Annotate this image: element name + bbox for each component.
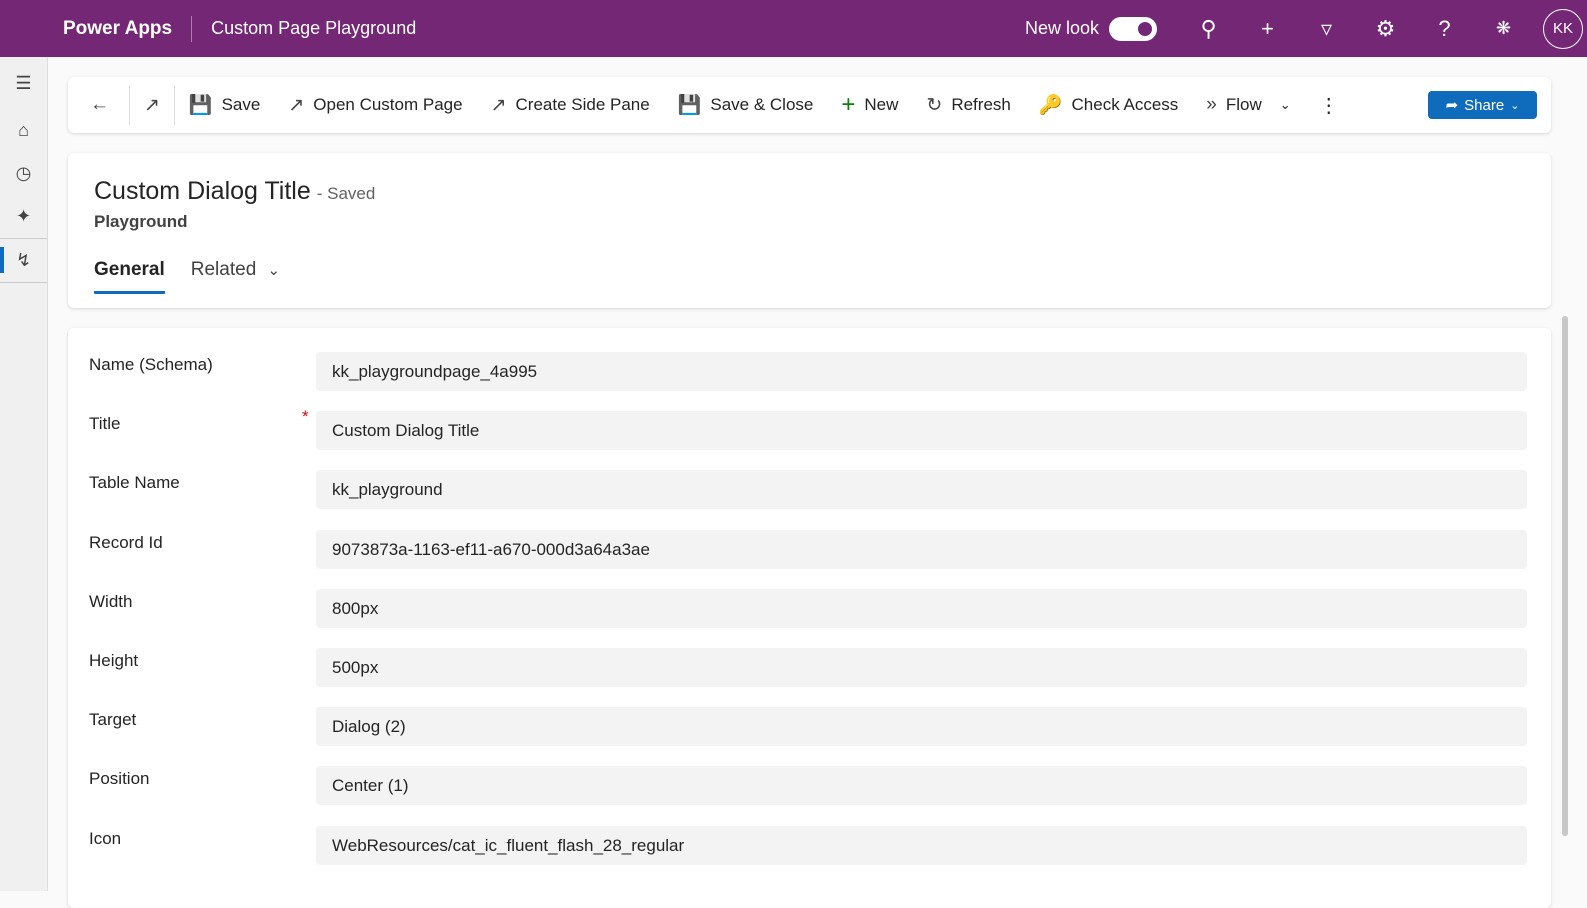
field-label: Table Name bbox=[89, 473, 180, 493]
record-header: Custom Dialog Title - Saved Playground Ge… bbox=[68, 153, 1551, 308]
form-field-row: Icon WebResources/cat_ic_fluent_flash_28_… bbox=[68, 825, 1551, 865]
check-access-button[interactable]: 🔑 Check Access bbox=[1025, 77, 1192, 133]
save-status: - Saved bbox=[316, 184, 376, 203]
form-field-row: Target Dialog (2) bbox=[68, 707, 1551, 747]
record-title: Custom Dialog Title bbox=[94, 177, 311, 205]
new-label: New bbox=[864, 95, 899, 114]
open-custom-page-button[interactable]: ↗ Open Custom Page bbox=[274, 77, 476, 133]
field-label: Title bbox=[89, 414, 121, 434]
share-label: Share bbox=[1464, 96, 1505, 114]
form-field-row: Position Center (1) bbox=[68, 766, 1551, 806]
brand-name[interactable]: Power Apps bbox=[63, 18, 172, 40]
field-label: Record Id bbox=[89, 532, 163, 552]
form-field-row: Table Name kk_playground bbox=[68, 470, 1551, 510]
app-header: Power Apps Custom Page Playground New lo… bbox=[0, 0, 1587, 57]
field-input[interactable]: 500px bbox=[316, 648, 1527, 687]
create-side-pane-button[interactable]: ↗ Create Side Pane bbox=[477, 77, 664, 133]
tab-related[interactable]: Related ⌄ bbox=[191, 259, 280, 294]
field-label: Name (Schema) bbox=[89, 355, 213, 374]
field-label: Target bbox=[89, 710, 137, 730]
arrow-left-icon: ← bbox=[90, 94, 109, 115]
entity-name: Playground bbox=[94, 212, 188, 231]
save-label: Save bbox=[221, 95, 261, 114]
chevron-down-icon: ⌄ bbox=[267, 262, 281, 279]
scrollbar[interactable] bbox=[1562, 316, 1568, 836]
field-input[interactable]: kk_playground bbox=[316, 470, 1527, 510]
field-input[interactable]: Dialog (2) bbox=[316, 707, 1527, 747]
back-button[interactable]: ← bbox=[68, 77, 129, 133]
refresh-label: Refresh bbox=[951, 95, 1011, 114]
flash-icon[interactable]: ↯ bbox=[0, 239, 47, 282]
field-input[interactable]: Center (1) bbox=[316, 766, 1527, 806]
refresh-icon: ↻ bbox=[926, 94, 943, 116]
nav-divider bbox=[0, 282, 47, 283]
more-vertical-icon: ⋮ bbox=[1318, 94, 1339, 117]
form-field-row: Height 500px bbox=[68, 648, 1551, 687]
form-section: Name (Schema) kk_playgroundpage_4a995 Titl… bbox=[68, 328, 1551, 908]
new-button[interactable]: + New bbox=[827, 77, 912, 133]
record-title-line: Custom Dialog Title - Saved bbox=[94, 177, 375, 206]
open-custom-page-label: Open Custom Page bbox=[313, 95, 463, 114]
field-input[interactable]: 800px bbox=[316, 588, 1527, 628]
field-label: Icon bbox=[89, 828, 122, 848]
tab-general[interactable]: General bbox=[94, 259, 165, 294]
refresh-button[interactable]: ↻ Refresh bbox=[912, 77, 1024, 133]
flow-button[interactable]: » Flow ⌄ bbox=[1192, 77, 1304, 133]
key-icon: 🔑 bbox=[1038, 95, 1063, 116]
share-button[interactable]: ➦ Share ⌄ bbox=[1428, 91, 1537, 119]
gear-icon[interactable]: ⚙ bbox=[1356, 16, 1415, 42]
save-close-button[interactable]: 💾 Save & Close bbox=[664, 77, 828, 133]
new-look-toggle[interactable] bbox=[1109, 16, 1157, 41]
field-input[interactable]: WebResources/cat_ic_fluent_flash_28_regu… bbox=[316, 825, 1527, 865]
field-input[interactable]: Custom Dialog Title bbox=[316, 411, 1527, 451]
open-external-icon: ↗ bbox=[490, 94, 507, 116]
form-field-row: Title * Custom Dialog Title bbox=[68, 407, 1551, 451]
search-icon[interactable]: ⚲ bbox=[1179, 16, 1238, 42]
field-label: Height bbox=[89, 651, 139, 670]
field-label: Position bbox=[89, 769, 150, 789]
hamburger-menu-icon[interactable]: ☰ bbox=[0, 57, 47, 109]
share-icon: ➦ bbox=[1445, 97, 1459, 114]
more-commands-button[interactable]: ⋮ bbox=[1305, 77, 1353, 133]
field-input[interactable]: 9073873a-1163-ef11-a670-000d3a64a3ae bbox=[316, 529, 1527, 569]
left-nav: ☰ ⌂ ◷ ✦ ↯ bbox=[0, 57, 48, 891]
form-tabs: General Related ⌄ bbox=[94, 259, 280, 294]
help-icon[interactable]: ? bbox=[1415, 16, 1474, 42]
form-field-row: Record Id 9073873a-1163-ef11-a670-000d3a6… bbox=[68, 529, 1551, 569]
required-marker: * bbox=[302, 407, 309, 427]
save-close-label: Save & Close bbox=[710, 95, 814, 114]
save-close-icon: 💾 bbox=[677, 95, 702, 116]
form-field-row: Width 800px bbox=[68, 588, 1551, 628]
chevron-down-icon: ⌄ bbox=[1510, 99, 1520, 112]
recent-clock-icon[interactable]: ◷ bbox=[0, 152, 47, 195]
bug-icon[interactable]: ❋ bbox=[1474, 18, 1533, 39]
field-input[interactable]: kk_playgroundpage_4a995 bbox=[316, 352, 1527, 391]
flow-label: Flow bbox=[1225, 95, 1262, 114]
command-bar: ← ↗ 💾 Save ↗ Open Custom Page ↗ Create Side… bbox=[68, 77, 1551, 133]
create-side-pane-label: Create Side Pane bbox=[515, 95, 650, 114]
open-new-window-button[interactable]: ↗ bbox=[130, 77, 174, 133]
open-external-icon: ↗ bbox=[144, 94, 160, 116]
filter-icon[interactable]: ▿ bbox=[1297, 16, 1356, 42]
home-icon[interactable]: ⌂ bbox=[0, 109, 47, 152]
header-divider bbox=[191, 15, 193, 42]
plus-icon[interactable]: + bbox=[1238, 16, 1297, 42]
tab-related-label: Related bbox=[190, 259, 257, 280]
save-icon: 💾 bbox=[188, 95, 213, 116]
open-external-icon: ↗ bbox=[288, 94, 305, 116]
form-field-row: Name (Schema) kk_playgroundpage_4a995 bbox=[68, 352, 1551, 391]
flow-icon: » bbox=[1206, 94, 1217, 115]
avatar[interactable]: KK bbox=[1543, 8, 1583, 49]
field-label: Width bbox=[89, 591, 133, 611]
plus-icon: + bbox=[841, 91, 856, 118]
new-look-label: New look bbox=[1024, 18, 1099, 38]
pin-icon[interactable]: ✦ bbox=[0, 195, 47, 238]
save-button[interactable]: 💾 Save bbox=[175, 77, 274, 133]
chevron-down-icon[interactable]: ⌄ bbox=[1280, 97, 1291, 113]
app-title[interactable]: Custom Page Playground bbox=[211, 18, 416, 39]
check-access-label: Check Access bbox=[1071, 95, 1179, 114]
